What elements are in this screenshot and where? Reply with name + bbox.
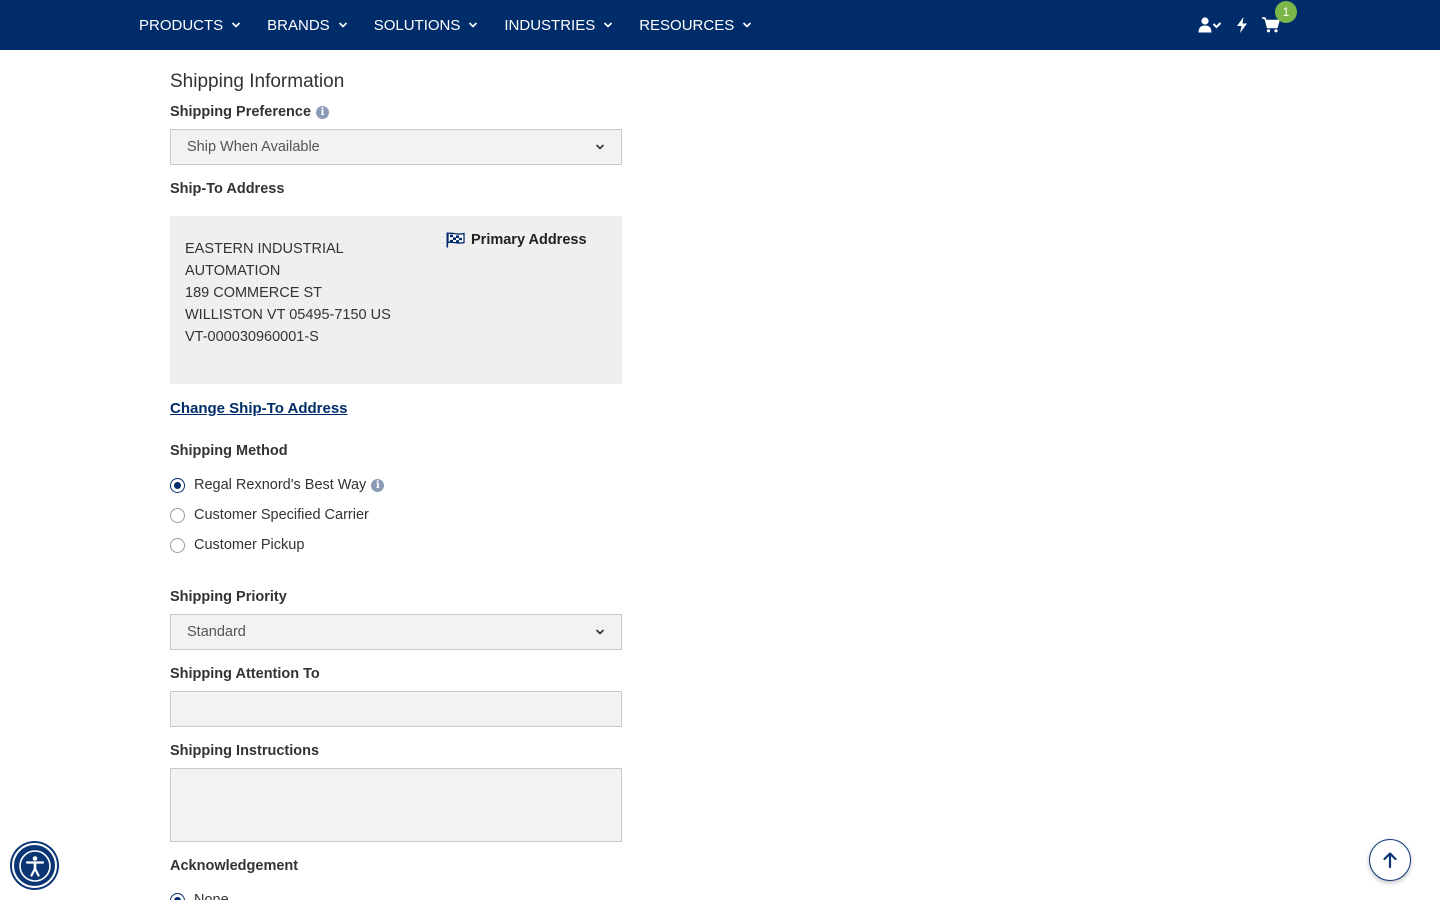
- nav-industries-label: INDUSTRIES: [504, 16, 596, 34]
- nav-products-label: PRODUCTS: [139, 16, 224, 34]
- address-line: 189 COMMERCE ST: [185, 285, 322, 301]
- user-check-icon: [1198, 17, 1222, 33]
- nav-industries[interactable]: INDUSTRIES: [504, 17, 613, 34]
- cart-button[interactable]: 1: [1262, 1, 1297, 33]
- accessibility-icon: [18, 849, 51, 882]
- chevron-down-icon: [743, 22, 752, 28]
- chevron-down-icon: [338, 22, 347, 28]
- radio-label: Customer Pickup: [194, 537, 305, 553]
- nav-resources[interactable]: RESOURCES: [639, 17, 752, 34]
- info-icon[interactable]: i: [316, 105, 330, 119]
- nav-brands-label: BRANDS: [267, 16, 330, 34]
- shipping-priority-select[interactable]: Standard: [170, 614, 622, 650]
- radio-label: Customer Specified Carrier: [194, 507, 369, 523]
- nav-icon-group: 1: [1198, 0, 1297, 50]
- quick-order-button[interactable]: [1236, 17, 1248, 33]
- ship-to-address-card: EASTERN INDUSTRIAL AUTOMATION 189 COMMER…: [170, 216, 622, 384]
- radio-button[interactable]: [170, 537, 185, 553]
- chevron-down-icon: [595, 144, 605, 150]
- shipping-preference-value: Ship When Available: [187, 139, 320, 155]
- section-title: Shipping Information: [170, 71, 345, 92]
- chevron-down-icon: [595, 629, 605, 635]
- address-line: EASTERN INDUSTRIAL AUTOMATION: [185, 241, 344, 279]
- radio-button[interactable]: [170, 507, 185, 523]
- radio-label: Regal Rexnord's Best Way: [194, 477, 367, 493]
- shipping-method-option-customer-carrier[interactable]: Customer Specified Carrier: [170, 507, 369, 523]
- shipping-instructions-textarea[interactable]: [170, 768, 622, 842]
- shipping-preference-label: Shipping Preference i: [170, 104, 330, 120]
- shipping-priority-value: Standard: [187, 624, 246, 640]
- chevron-down-icon: [469, 22, 478, 28]
- shipping-method-option-customer-pickup[interactable]: Customer Pickup: [170, 537, 304, 553]
- main-menu: PRODUCTS BRANDS SOLUTIONS INDUSTRIES RES…: [139, 0, 778, 50]
- nav-products[interactable]: PRODUCTS: [139, 17, 241, 34]
- address-line: VT-000030960001-S: [185, 329, 319, 345]
- bolt-icon: [1237, 17, 1247, 33]
- nav-solutions-label: SOLUTIONS: [373, 16, 461, 34]
- address-line: WILLISTON VT 05495-7150 US: [185, 307, 391, 323]
- shipping-attention-input[interactable]: [170, 691, 622, 727]
- acknowledgement-option-none[interactable]: None: [170, 892, 229, 900]
- primary-address-tag: Primary Address: [446, 232, 587, 248]
- account-button[interactable]: [1198, 17, 1222, 33]
- radio-label: None: [194, 892, 229, 900]
- cart-count-badge: 1: [1275, 1, 1297, 23]
- chevron-down-icon: [232, 22, 241, 28]
- primary-address-label: Primary Address: [471, 232, 587, 248]
- acknowledgement-label: Acknowledgement: [170, 858, 299, 874]
- radio-button-checked[interactable]: [170, 477, 185, 493]
- shipping-preference-label-text: Shipping Preference: [170, 104, 312, 120]
- shipping-priority-label: Shipping Priority: [170, 589, 287, 605]
- nav-resources-label: RESOURCES: [639, 16, 735, 34]
- nav-solutions[interactable]: SOLUTIONS: [374, 17, 479, 34]
- shipping-preference-select[interactable]: Ship When Available: [170, 129, 622, 165]
- ship-to-address-label: Ship-To Address: [170, 181, 285, 197]
- top-navbar: PRODUCTS BRANDS SOLUTIONS INDUSTRIES RES…: [0, 0, 1440, 50]
- nav-brands[interactable]: BRANDS: [267, 17, 348, 34]
- shipping-method-label: Shipping Method: [170, 443, 288, 459]
- chevron-down-icon: [604, 22, 613, 28]
- shipping-attention-label: Shipping Attention To: [170, 666, 320, 682]
- shipping-instructions-label: Shipping Instructions: [170, 743, 320, 759]
- shipping-method-option-best-way[interactable]: Regal Rexnord's Best Way i: [170, 477, 385, 493]
- back-to-top-button[interactable]: [1369, 839, 1411, 881]
- address-lines: EASTERN INDUSTRIAL AUTOMATION 189 COMMER…: [185, 238, 425, 348]
- checkered-flag-icon: [446, 232, 465, 248]
- info-icon[interactable]: i: [371, 478, 385, 492]
- change-ship-to-address-link[interactable]: Change Ship-To Address: [170, 400, 348, 417]
- arrow-up-icon: [1383, 852, 1397, 868]
- radio-button-checked[interactable]: [170, 892, 185, 900]
- accessibility-button[interactable]: [12, 843, 57, 888]
